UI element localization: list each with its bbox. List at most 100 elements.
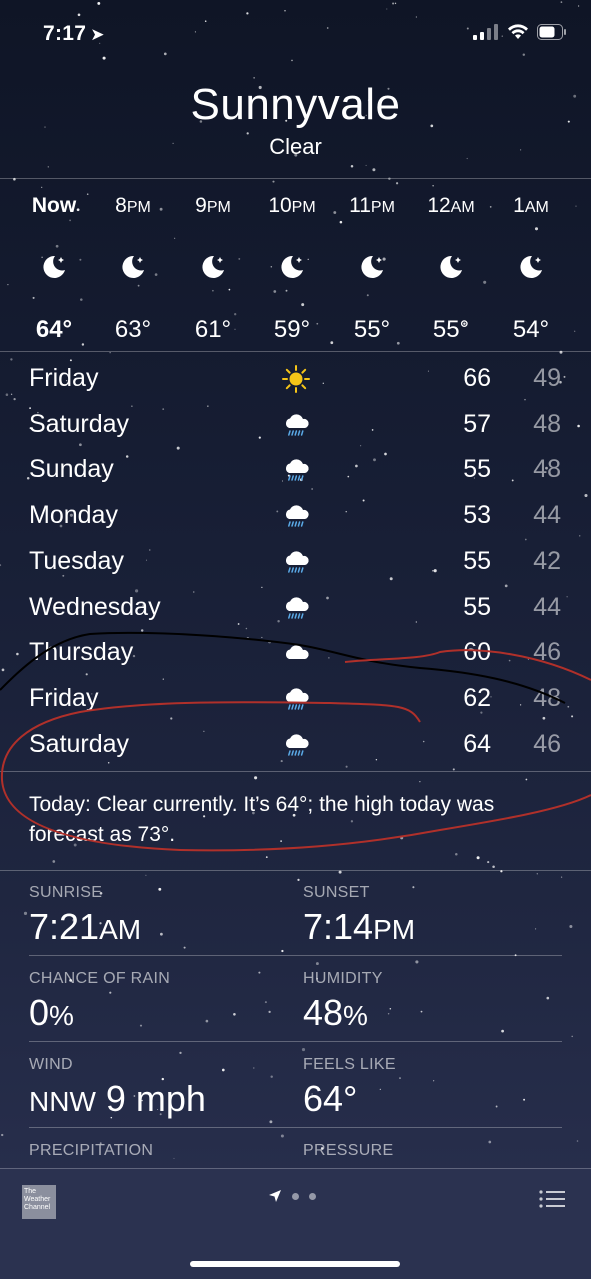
day-row: Saturday 64 46	[0, 722, 591, 768]
hour-temperature: 54°	[512, 316, 550, 343]
hour-time: 10	[268, 194, 292, 217]
chance-of-rain-label: CHANCE OF RAIN	[29, 970, 171, 987]
pressure-label: PRESSURE	[303, 1142, 394, 1159]
hour-label: Now	[14, 194, 94, 222]
day-low-temp: 49	[533, 364, 561, 392]
status-bar: 7:17 ➤	[0, 0, 591, 70]
hour-time: Now	[31, 194, 77, 217]
star	[265, 856, 268, 858]
day-high-temp: 55	[463, 592, 491, 621]
hour-time: 9	[195, 194, 207, 217]
hour-label: 12AM	[411, 194, 491, 222]
star	[52, 860, 56, 863]
day-high-temp: 62	[463, 683, 491, 712]
divider	[0, 771, 591, 772]
home-indicator[interactable]	[190, 1261, 400, 1267]
hour-ampm: PM	[291, 199, 316, 216]
clock-time: 7:17	[43, 22, 87, 45]
hourly-forecast[interactable]: Now 64° 8PM 63° 9PM 61° 10PM 59° 11PM 55° 12AM 55° 1…	[0, 180, 591, 350]
day-low-temp: 46	[533, 729, 561, 758]
day-high-temp: 60	[463, 638, 491, 667]
day-name: Saturday	[29, 409, 130, 438]
status-time: 7:17 ➤	[43, 22, 105, 46]
page-dot	[292, 1192, 299, 1200]
hour-ampm: PM	[206, 199, 231, 216]
rain-cloud-icon	[276, 726, 316, 764]
star	[455, 853, 458, 856]
hour-time: 1	[513, 194, 525, 217]
star	[372, 168, 376, 172]
sunrise-time: 7:21	[29, 906, 100, 947]
sunrise-label: SUNRISE	[29, 884, 103, 901]
hour-label: 9PM	[173, 194, 253, 222]
day-name: Tuesday	[29, 546, 124, 575]
sunrise-cell: SUNRISE 7:21AM	[29, 884, 141, 948]
star	[525, 778, 528, 781]
hour-label: 11PM	[332, 194, 412, 222]
hour-column: 8PM 63°	[93, 194, 173, 344]
hour-column: 12AM 55°	[411, 194, 491, 344]
chance-of-rain-number: 0	[29, 992, 50, 1033]
day-row: Saturday 57 48	[0, 402, 591, 448]
star	[476, 856, 480, 860]
star	[419, 781, 421, 783]
hour-ampm: PM	[370, 199, 395, 216]
today-summary: Today: Clear currently. It’s 64°; the hi…	[29, 793, 495, 846]
sunset-value: 7:14PM	[303, 906, 415, 948]
rain-cloud-icon	[276, 680, 316, 718]
sun-icon	[276, 360, 316, 398]
battery-icon	[537, 24, 566, 40]
page-indicator[interactable]	[268, 1189, 316, 1203]
day-name: Friday	[29, 683, 99, 712]
day-low-temp: 44	[533, 592, 561, 621]
day-high-temp: 55	[463, 455, 491, 484]
sunset-ampm: PM	[373, 914, 416, 945]
humidity-number: 48	[303, 992, 344, 1033]
divider	[0, 178, 591, 179]
day-name: Sunday	[29, 455, 114, 484]
star	[571, 1035, 573, 1038]
weather-channel-logo[interactable]: The Weather Channel	[22, 1185, 56, 1219]
star	[254, 776, 258, 780]
hour-column: Now 64°	[14, 194, 94, 344]
hour-temperature: 64°	[35, 316, 73, 343]
day-high-temp: 53	[463, 501, 491, 530]
chance-of-rain-value: 0%	[29, 992, 170, 1034]
star	[576, 1140, 579, 1142]
star	[109, 352, 111, 354]
day-row: Thursday 60 46	[0, 630, 591, 676]
moon-icon	[491, 242, 571, 292]
hour-column: 11PM 55°	[332, 194, 412, 344]
rain-cloud-icon	[276, 543, 316, 581]
moon-icon	[332, 242, 412, 292]
hour-time: 12	[427, 194, 451, 217]
moon-icon	[173, 242, 253, 292]
wind-direction: NNW	[29, 1086, 96, 1117]
moon-icon	[252, 242, 332, 292]
hour-ampm: AM	[450, 199, 475, 216]
detail-row-wind: WIND NNW 9 mph FEELS LIKE 64°	[29, 1042, 562, 1128]
cloud-icon	[276, 634, 316, 672]
day-high-temp: 64	[463, 729, 491, 758]
precipitation-label: PRECIPITATION	[29, 1142, 154, 1159]
location-header: Sunnyvale Clear	[0, 80, 591, 160]
day-low-temp: 46	[533, 638, 561, 667]
day-low-temp: 48	[533, 455, 561, 484]
hour-column: 10PM 59°	[252, 194, 332, 344]
star	[23, 911, 28, 915]
logo-text: The Weather Channel	[24, 1188, 51, 1211]
star	[47, 166, 49, 168]
star	[350, 165, 354, 168]
sunset-time: 7:14	[303, 906, 374, 947]
city-list-icon[interactable]	[539, 1189, 565, 1209]
rain-cloud-icon	[276, 406, 316, 444]
day-high-temp: 55	[463, 546, 491, 575]
moon-icon	[93, 242, 173, 292]
wind-cell: WIND NNW 9 mph	[29, 1056, 206, 1120]
hour-column: 9PM 61°	[173, 194, 253, 344]
hour-label: 1AM	[491, 194, 571, 222]
day-row: Tuesday 55 42	[0, 539, 591, 585]
hour-column: 1AM 54°	[491, 194, 571, 344]
hour-label: 10PM	[252, 194, 332, 222]
location-arrow-icon	[269, 1190, 281, 1202]
